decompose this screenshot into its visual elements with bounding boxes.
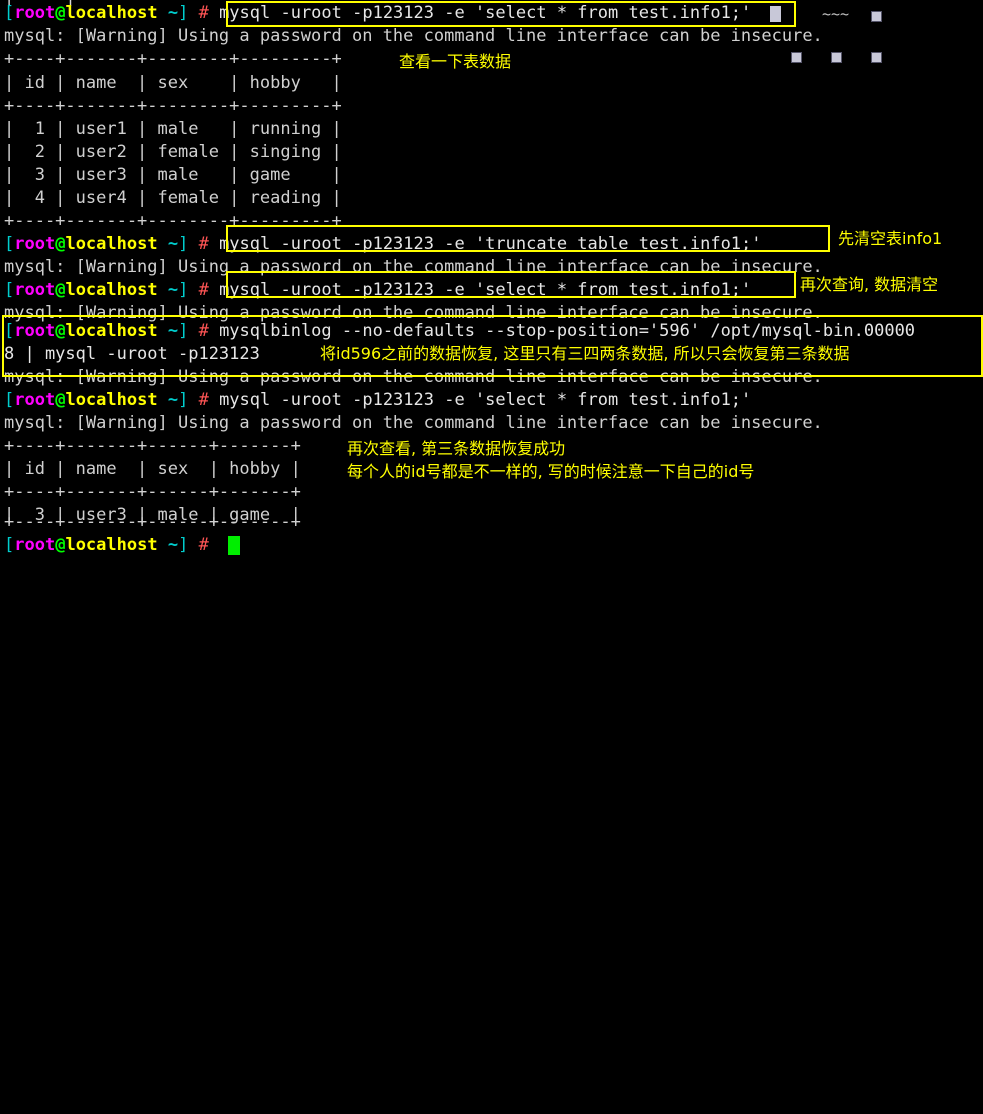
prompt-at: @ (55, 535, 66, 555)
prompt-at: @ (55, 280, 66, 300)
prompt-sigil: # (198, 390, 209, 410)
prompt-sigil: # (198, 280, 209, 300)
prompt-host: localhost (65, 280, 158, 300)
prompt-path: ~ (157, 280, 179, 300)
prompt-host: localhost (65, 535, 158, 555)
prompt-user: root (14, 3, 56, 23)
prompt-open-bracket: [ (4, 234, 15, 254)
prompt-sigil: # (198, 3, 209, 23)
prompt-host: localhost (65, 321, 158, 341)
annotation-view-table-data: 查看一下表数据 (399, 52, 512, 71)
annotation-truncate-first: 先清空表info1 (838, 229, 943, 248)
warning-line-1: mysql: [Warning] Using a password on the… (4, 26, 823, 46)
restored-table-separator-mid: +----+-------+------+-------+ (4, 482, 301, 502)
table-header-row: | id | name | sex | hobby | (4, 73, 342, 93)
warning-line-4: mysql: [Warning] Using a password on the… (4, 367, 823, 387)
prompt-sigil: # (198, 321, 209, 341)
command-text-binlog-2: 8 | mysql -uroot -p123123 (4, 344, 260, 364)
inline-cursor-block (770, 6, 781, 22)
prompt-host: localhost (65, 234, 158, 254)
prompt-at: @ (55, 321, 66, 341)
table-row: | 1 | user1 | male | running | (4, 119, 342, 139)
prompt-open-bracket: [ (4, 535, 15, 555)
prompt-open-bracket: [ (4, 280, 15, 300)
command-line-select-2[interactable]: [root@localhost ~] # mysql -uroot -p1231… (4, 279, 751, 302)
tilde-mark: ~~~ (822, 5, 850, 23)
prompt-host: localhost (65, 390, 158, 410)
prompt-at: @ (55, 390, 66, 410)
selection-handle[interactable] (831, 52, 842, 63)
prompt-sigil: # (198, 535, 209, 555)
prompt-sigil: # (198, 234, 209, 254)
prompt-close-bracket: ] (178, 234, 189, 254)
prompt-user: root (14, 535, 56, 555)
command-line-final-prompt[interactable]: [root@localhost ~] # (4, 534, 209, 557)
prompt-open-bracket: [ (4, 321, 15, 341)
prompt-path: ~ (157, 234, 179, 254)
prompt-user: root (14, 280, 56, 300)
command-text-select-2: mysql -uroot -p123123 -e 'select * from … (219, 280, 752, 300)
table-row: | 4 | user4 | female | reading | (4, 188, 342, 208)
annotation-restore-note: 将id596之前的数据恢复, 这里只有三四两条数据, 所以只会恢复第三条数据 (320, 344, 850, 363)
prompt-close-bracket: ] (178, 535, 189, 555)
table-row: | 3 | user3 | male | game | (4, 165, 342, 185)
warning-line-5: mysql: [Warning] Using a password on the… (4, 413, 823, 433)
prompt-at: @ (55, 3, 66, 23)
restored-table-header-row: | id | name | sex | hobby | (4, 459, 301, 479)
prompt-close-bracket: ] (178, 3, 189, 23)
annotation-id-warning: 每个人的id号都是不一样的, 写的时候注意一下自己的id号 (347, 462, 755, 481)
selection-handle[interactable] (871, 52, 882, 63)
prompt-path: ~ (157, 535, 179, 555)
table-separator-bottom: +----+-------+--------+---------+ (4, 211, 342, 231)
warning-line-2: mysql: [Warning] Using a password on the… (4, 257, 823, 277)
prompt-user: root (14, 234, 56, 254)
prompt-open-bracket: [ (4, 390, 15, 410)
table-separator-mid: +----+-------+--------+---------+ (4, 96, 342, 116)
command-text-select-3: mysql -uroot -p123123 -e 'select * from … (219, 390, 752, 410)
selection-handle[interactable] (871, 11, 882, 22)
prompt-close-bracket: ] (178, 280, 189, 300)
table-row: | 2 | user2 | female | singing | (4, 142, 342, 162)
prompt-open-bracket: [ (4, 3, 15, 23)
prompt-host: localhost (65, 3, 158, 23)
command-text-truncate: mysql -uroot -p123123 -e 'truncate table… (219, 234, 762, 254)
restored-table-separator-top: +----+-------+------+-------+ (4, 436, 301, 456)
prompt-path: ~ (157, 3, 179, 23)
prompt-user: root (14, 321, 56, 341)
prompt-close-bracket: ] (178, 390, 189, 410)
terminal-window[interactable]: | | [root@localhost ~] # mysql -uroot -p… (0, 0, 983, 557)
prompt-user: root (14, 390, 56, 410)
annotation-restore-success: 再次查看, 第三条数据恢复成功 (347, 439, 566, 458)
prompt-path: ~ (157, 390, 179, 410)
command-line-select-1[interactable]: [root@localhost ~] # mysql -uroot -p1231… (4, 2, 751, 25)
table-separator-top: +----+-------+--------+---------+ (4, 49, 342, 69)
annotation-query-again-empty: 再次查询, 数据清空 (800, 275, 939, 294)
command-line-binlog[interactable]: [root@localhost ~] # mysqlbinlog --no-de… (4, 320, 915, 343)
selection-handle[interactable] (791, 52, 802, 63)
prompt-close-bracket: ] (178, 321, 189, 341)
prompt-path: ~ (157, 321, 179, 341)
command-text-binlog-1: mysqlbinlog --no-defaults --stop-positio… (219, 321, 916, 341)
command-text-select-1: mysql -uroot -p123123 -e 'select * from … (219, 3, 752, 23)
restored-table-separator-bottom: +----+-------+------+-------+ (4, 512, 301, 532)
command-line-truncate[interactable]: [root@localhost ~] # mysql -uroot -p1231… (4, 233, 762, 256)
command-line-select-3[interactable]: [root@localhost ~] # mysql -uroot -p1231… (4, 389, 751, 412)
text-cursor (228, 536, 240, 555)
prompt-at: @ (55, 234, 66, 254)
